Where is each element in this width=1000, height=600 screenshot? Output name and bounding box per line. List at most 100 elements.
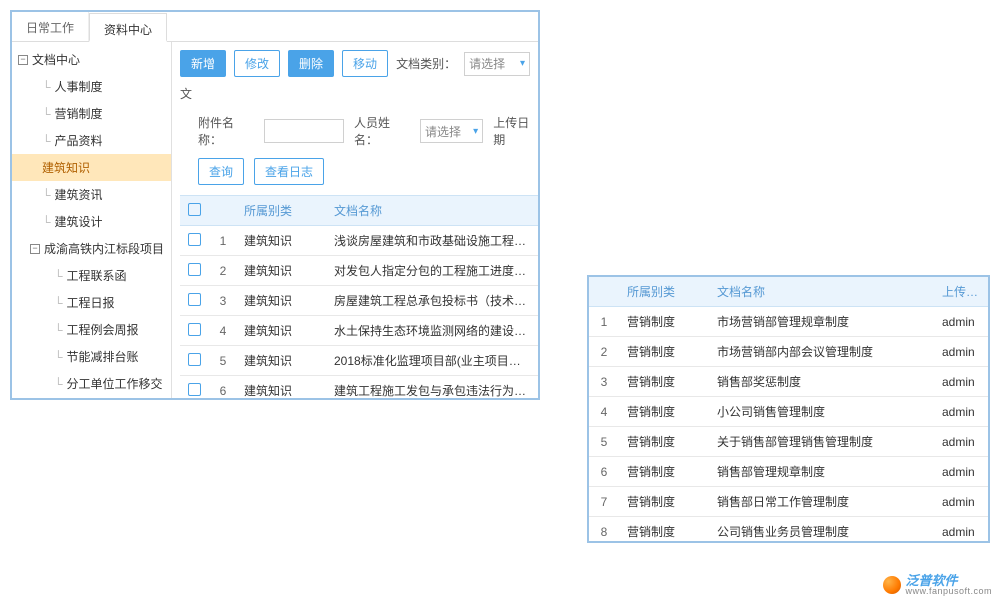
edit-button[interactable]: 修改	[234, 50, 280, 77]
row-uploader: admin	[934, 397, 988, 427]
row-category: 营销制度	[619, 307, 709, 337]
wen-label: 文	[180, 85, 192, 102]
tree-project-item[interactable]: └节能减排台账	[12, 343, 171, 370]
tree-project-root[interactable]: −成渝高铁内江标段项目	[12, 235, 171, 262]
tree-item-hr[interactable]: └人事制度	[12, 73, 171, 100]
row-doc-name: 市场营销部管理规章制度	[709, 307, 934, 337]
row-category: 营销制度	[619, 337, 709, 367]
tab-daily[interactable]: 日常工作	[12, 12, 89, 41]
row-uploader: admin	[934, 427, 988, 457]
tree-item-building-design[interactable]: └建筑设计	[12, 208, 171, 235]
row-doc-name: 小公司销售管理制度	[709, 397, 934, 427]
toolbar: 新增 修改 删除 移动 文档类别： 请选择 文	[180, 50, 538, 102]
row-doc-name: 公司销售业务员管理制度	[709, 517, 934, 544]
row-category: 建筑知识	[238, 316, 328, 346]
row-checkbox[interactable]	[188, 233, 201, 246]
tree-project-item[interactable]: └工程联系函	[12, 262, 171, 289]
row-index: 1	[589, 307, 619, 337]
col-category[interactable]: 所属别类	[619, 277, 709, 307]
row-index: 3	[589, 367, 619, 397]
row-category: 建筑知识	[238, 256, 328, 286]
row-category: 营销制度	[619, 397, 709, 427]
row-index: 5	[589, 427, 619, 457]
move-button[interactable]: 移动	[342, 50, 388, 77]
tree-project-item[interactable]: └监理资料(B2资质)	[12, 397, 171, 398]
table-row[interactable]: 4建筑知识水土保持生态环境监测网络的建设与资…	[180, 316, 538, 346]
row-checkbox[interactable]	[188, 263, 201, 276]
row-doc-name: 销售部管理规章制度	[709, 457, 934, 487]
tree-item-building-knowledge[interactable]: 建筑知识	[12, 154, 171, 181]
add-button[interactable]: 新增	[180, 50, 226, 77]
table-row[interactable]: 3营销制度销售部奖惩制度admin	[589, 367, 988, 397]
table-row[interactable]: 6营销制度销售部管理规章制度admin	[589, 457, 988, 487]
col-uploader[interactable]: 上传…	[934, 277, 988, 307]
tab-data-center[interactable]: 资料中心	[89, 13, 167, 42]
table-row[interactable]: 4营销制度小公司销售管理制度admin	[589, 397, 988, 427]
col-doc-name[interactable]: 文档名称	[328, 196, 538, 226]
person-select[interactable]: 请选择	[420, 119, 483, 143]
table-row[interactable]: 6建筑知识建筑工程施工发包与承包违法行为认定…	[180, 376, 538, 399]
table-row[interactable]: 5营销制度关于销售部管理销售管理制度admin	[589, 427, 988, 457]
row-doc-name: 市场营销部内部会议管理制度	[709, 337, 934, 367]
row-index: 4	[589, 397, 619, 427]
view-log-button[interactable]: 查看日志	[254, 158, 324, 185]
tree-root-docs[interactable]: −文档中心	[12, 46, 171, 73]
attach-name-input[interactable]	[264, 119, 344, 143]
row-uploader: admin	[934, 517, 988, 544]
row-doc-name: 浅谈房屋建筑和市政基础设施工程施工…	[328, 226, 538, 256]
row-index: 3	[208, 286, 238, 316]
table-row[interactable]: 8营销制度公司销售业务员管理制度admin	[589, 517, 988, 544]
row-category: 营销制度	[619, 427, 709, 457]
tree-project-item[interactable]: └工程日报	[12, 289, 171, 316]
tree-item-building-news[interactable]: └建筑资讯	[12, 181, 171, 208]
row-category: 营销制度	[619, 367, 709, 397]
col-doc-name[interactable]: 文档名称	[709, 277, 934, 307]
row-doc-name: 房屋建筑工程总承包投标书（技术标）	[328, 286, 538, 316]
delete-button[interactable]: 删除	[288, 50, 334, 77]
row-uploader: admin	[934, 457, 988, 487]
tree-project-item[interactable]: └分工单位工作移交	[12, 370, 171, 397]
row-index: 8	[589, 517, 619, 544]
table-row[interactable]: 1建筑知识浅谈房屋建筑和市政基础设施工程施工…	[180, 226, 538, 256]
marketing-table: 所属别类 文档名称 上传… 1营销制度市场营销部管理规章制度admin2营销制度…	[589, 277, 988, 543]
row-category: 建筑知识	[238, 226, 328, 256]
row-index: 6	[208, 376, 238, 399]
brand-logo: 泛普软件 www.fanpusoft.com	[883, 574, 992, 596]
top-tabs: 日常工作 资料中心	[12, 12, 538, 42]
select-all-checkbox[interactable]	[188, 203, 201, 216]
table-row[interactable]: 3建筑知识房屋建筑工程总承包投标书（技术标）	[180, 286, 538, 316]
row-index: 4	[208, 316, 238, 346]
logo-icon	[883, 576, 901, 594]
logo-url: www.fanpusoft.com	[905, 587, 992, 596]
table-row[interactable]: 1营销制度市场营销部管理规章制度admin	[589, 307, 988, 337]
row-category: 建筑知识	[238, 286, 328, 316]
collapse-icon[interactable]: −	[18, 55, 28, 65]
main-panel: 日常工作 资料中心 −文档中心 └人事制度 └营销制度 └产品资料 建筑知识 └…	[10, 10, 540, 400]
doc-table: 所属别类 文档名称 1建筑知识浅谈房屋建筑和市政基础设施工程施工…2建筑知识对发…	[180, 195, 538, 398]
row-checkbox[interactable]	[188, 353, 201, 366]
query-button[interactable]: 查询	[198, 158, 244, 185]
row-checkbox[interactable]	[188, 383, 201, 396]
row-doc-name: 销售部奖惩制度	[709, 367, 934, 397]
row-uploader: admin	[934, 367, 988, 397]
tree-item-product[interactable]: └产品资料	[12, 127, 171, 154]
table-row[interactable]: 5建筑知识2018标准化监理项目部(业主项目部)人员…	[180, 346, 538, 376]
row-checkbox[interactable]	[188, 323, 201, 336]
tree-project-item[interactable]: └工程例会周报	[12, 316, 171, 343]
row-doc-name: 关于销售部管理销售管理制度	[709, 427, 934, 457]
col-category[interactable]: 所属别类	[238, 196, 328, 226]
tree-item-marketing[interactable]: └营销制度	[12, 100, 171, 127]
row-doc-name: 销售部日常工作管理制度	[709, 487, 934, 517]
row-checkbox[interactable]	[188, 293, 201, 306]
attach-label: 附件名称：	[198, 114, 254, 148]
row-doc-name: 水土保持生态环境监测网络的建设与资…	[328, 316, 538, 346]
table-row[interactable]: 2建筑知识对发包人指定分包的工程施工进度安排…	[180, 256, 538, 286]
doc-type-select[interactable]: 请选择	[464, 52, 530, 76]
row-index: 2	[589, 337, 619, 367]
collapse-icon[interactable]: −	[30, 244, 40, 254]
table-row[interactable]: 7营销制度销售部日常工作管理制度admin	[589, 487, 988, 517]
row-index: 5	[208, 346, 238, 376]
row-index: 1	[208, 226, 238, 256]
table-row[interactable]: 2营销制度市场营销部内部会议管理制度admin	[589, 337, 988, 367]
person-label: 人员姓名：	[354, 114, 410, 148]
